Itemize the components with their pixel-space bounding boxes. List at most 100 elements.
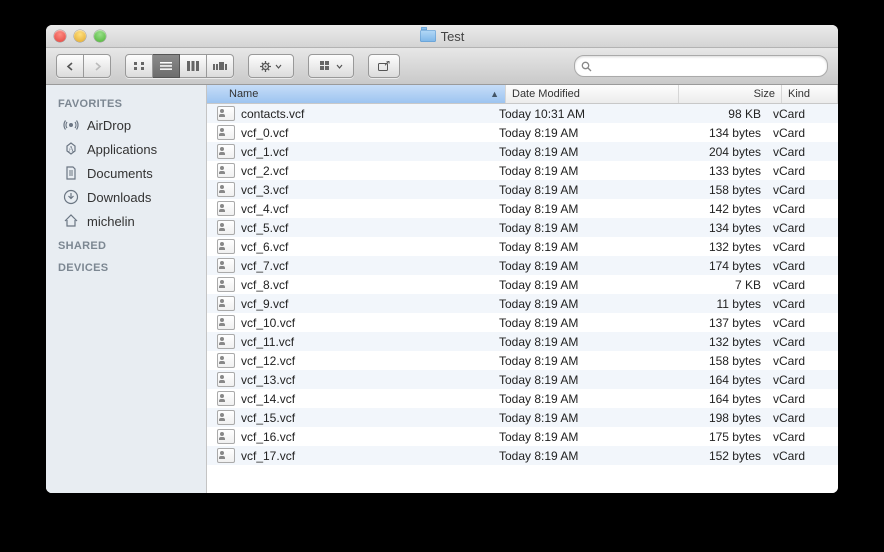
sidebar-section-header[interactable]: SHARED	[46, 233, 206, 255]
vcard-icon	[217, 315, 235, 330]
table-row[interactable]: vcf_17.vcfToday 8:19 AM152 bytesvCard	[207, 446, 838, 465]
file-kind: vCard	[767, 316, 838, 330]
window-body: FAVORITESAirDropAApplications Documents Do…	[46, 85, 838, 493]
file-date: Today 8:19 AM	[493, 278, 665, 292]
file-size: 134 bytes	[665, 221, 767, 235]
search-input[interactable]	[596, 59, 821, 73]
file-kind: vCard	[767, 430, 838, 444]
arrange-menu-button[interactable]	[308, 54, 354, 78]
table-row[interactable]: vcf_1.vcfToday 8:19 AM204 bytesvCard	[207, 142, 838, 161]
vcard-icon	[217, 125, 235, 140]
window-title: Test	[46, 29, 838, 44]
sidebar-item-applications[interactable]: AApplications	[46, 137, 206, 161]
file-kind: vCard	[767, 164, 838, 178]
table-row[interactable]: vcf_11.vcfToday 8:19 AM132 bytesvCard	[207, 332, 838, 351]
sidebar: FAVORITESAirDropAApplications Documents Do…	[46, 85, 207, 493]
table-row[interactable]: vcf_6.vcfToday 8:19 AM132 bytesvCard	[207, 237, 838, 256]
column-header-size[interactable]: Size	[679, 85, 782, 103]
search-field[interactable]	[574, 55, 828, 77]
file-date: Today 8:19 AM	[493, 259, 665, 273]
file-size: 152 bytes	[665, 449, 767, 463]
vcard-icon	[217, 410, 235, 425]
column-header-name[interactable]: Name ▲	[207, 85, 506, 103]
file-rows: contacts.vcfToday 10:31 AM98 KBvCardvcf_…	[207, 104, 838, 493]
file-name: vcf_9.vcf	[241, 297, 288, 311]
sidebar-section-header[interactable]: FAVORITES	[46, 91, 206, 113]
share-group	[368, 54, 400, 78]
file-list: Name ▲ Date Modified Size Kind contacts.…	[207, 85, 838, 493]
sidebar-item-downloads[interactable]: Downloads	[46, 185, 206, 209]
sidebar-section-header[interactable]: DEVICES	[46, 255, 206, 277]
file-name: vcf_15.vcf	[241, 411, 295, 425]
table-row[interactable]: contacts.vcfToday 10:31 AM98 KBvCard	[207, 104, 838, 123]
file-size: 174 bytes	[665, 259, 767, 273]
action-menu-button[interactable]	[248, 54, 294, 78]
file-kind: vCard	[767, 183, 838, 197]
sidebar-item-michelin[interactable]: michelin	[46, 209, 206, 233]
titlebar[interactable]: Test	[46, 25, 838, 48]
file-kind: vCard	[767, 297, 838, 311]
vcard-icon	[217, 429, 235, 444]
file-name: vcf_12.vcf	[241, 354, 295, 368]
file-date: Today 8:19 AM	[493, 164, 665, 178]
file-name: vcf_8.vcf	[241, 278, 288, 292]
file-size: 132 bytes	[665, 335, 767, 349]
list-view-button[interactable]	[153, 54, 180, 78]
view-mode-buttons	[125, 54, 234, 78]
table-row[interactable]: vcf_14.vcfToday 8:19 AM164 bytesvCard	[207, 389, 838, 408]
file-size: 7 KB	[665, 278, 767, 292]
file-date: Today 10:31 AM	[493, 107, 665, 121]
column-header-date[interactable]: Date Modified	[506, 85, 679, 103]
table-row[interactable]: vcf_10.vcfToday 8:19 AM137 bytesvCard	[207, 313, 838, 332]
table-row[interactable]: vcf_3.vcf Today 8:19 AM158 bytesvCard	[207, 180, 838, 199]
file-name: contacts.vcf	[241, 107, 304, 121]
svg-text:A: A	[68, 145, 74, 154]
vcard-icon	[217, 334, 235, 349]
vcard-icon	[217, 296, 235, 311]
file-name: vcf_11.vcf	[241, 335, 294, 349]
table-row[interactable]: vcf_16.vcfToday 8:19 AM175 bytesvCard	[207, 427, 838, 446]
file-kind: vCard	[767, 449, 838, 463]
file-kind: vCard	[767, 145, 838, 159]
sidebar-item-label: Documents	[87, 166, 153, 181]
sidebar-item-documents[interactable]: Documents	[46, 161, 206, 185]
icon-view-button[interactable]	[125, 54, 153, 78]
sidebar-item-airdrop[interactable]: AirDrop	[46, 113, 206, 137]
close-button[interactable]	[54, 30, 66, 42]
back-button[interactable]	[56, 54, 84, 78]
minimize-button[interactable]	[74, 30, 86, 42]
file-size: 158 bytes	[665, 183, 767, 197]
documents-icon	[62, 164, 80, 182]
table-row[interactable]: vcf_7.vcfToday 8:19 AM174 bytesvCard	[207, 256, 838, 275]
sidebar-item-label: Downloads	[87, 190, 151, 205]
zoom-button[interactable]	[94, 30, 106, 42]
file-size: 132 bytes	[665, 240, 767, 254]
file-date: Today 8:19 AM	[493, 202, 665, 216]
table-row[interactable]: vcf_12.vcfToday 8:19 AM158 bytesvCard	[207, 351, 838, 370]
table-row[interactable]: vcf_8.vcfToday 8:19 AM7 KBvCard	[207, 275, 838, 294]
table-row[interactable]: vcf_5.vcfToday 8:19 AM134 bytesvCard	[207, 218, 838, 237]
table-row[interactable]: vcf_0.vcfToday 8:19 AM134 bytesvCard	[207, 123, 838, 142]
file-date: Today 8:19 AM	[493, 392, 665, 406]
chevron-down-icon	[275, 64, 282, 69]
file-name: vcf_16.vcf	[241, 430, 295, 444]
column-view-button[interactable]	[180, 54, 207, 78]
table-row[interactable]: vcf_15.vcfToday 8:19 AM198 bytesvCard	[207, 408, 838, 427]
file-date: Today 8:19 AM	[493, 183, 665, 197]
coverflow-view-button[interactable]	[207, 54, 234, 78]
share-button[interactable]	[368, 54, 400, 78]
file-kind: vCard	[767, 126, 838, 140]
table-row[interactable]: vcf_4.vcfToday 8:19 AM142 bytesvCard	[207, 199, 838, 218]
column-header-kind[interactable]: Kind	[782, 85, 838, 103]
file-size: 98 KB	[665, 107, 767, 121]
vcard-icon	[217, 239, 235, 254]
traffic-lights	[54, 30, 106, 42]
table-row[interactable]: vcf_13.vcfToday 8:19 AM164 bytesvCard	[207, 370, 838, 389]
table-row[interactable]: vcf_9.vcfToday 8:19 AM11 bytesvCard	[207, 294, 838, 313]
file-size: 175 bytes	[665, 430, 767, 444]
file-name: vcf_3.vcf	[241, 183, 288, 197]
file-size: 204 bytes	[665, 145, 767, 159]
forward-button[interactable]	[84, 54, 111, 78]
file-name: vcf_0.vcf	[241, 126, 288, 140]
table-row[interactable]: vcf_2.vcfToday 8:19 AM133 bytesvCard	[207, 161, 838, 180]
